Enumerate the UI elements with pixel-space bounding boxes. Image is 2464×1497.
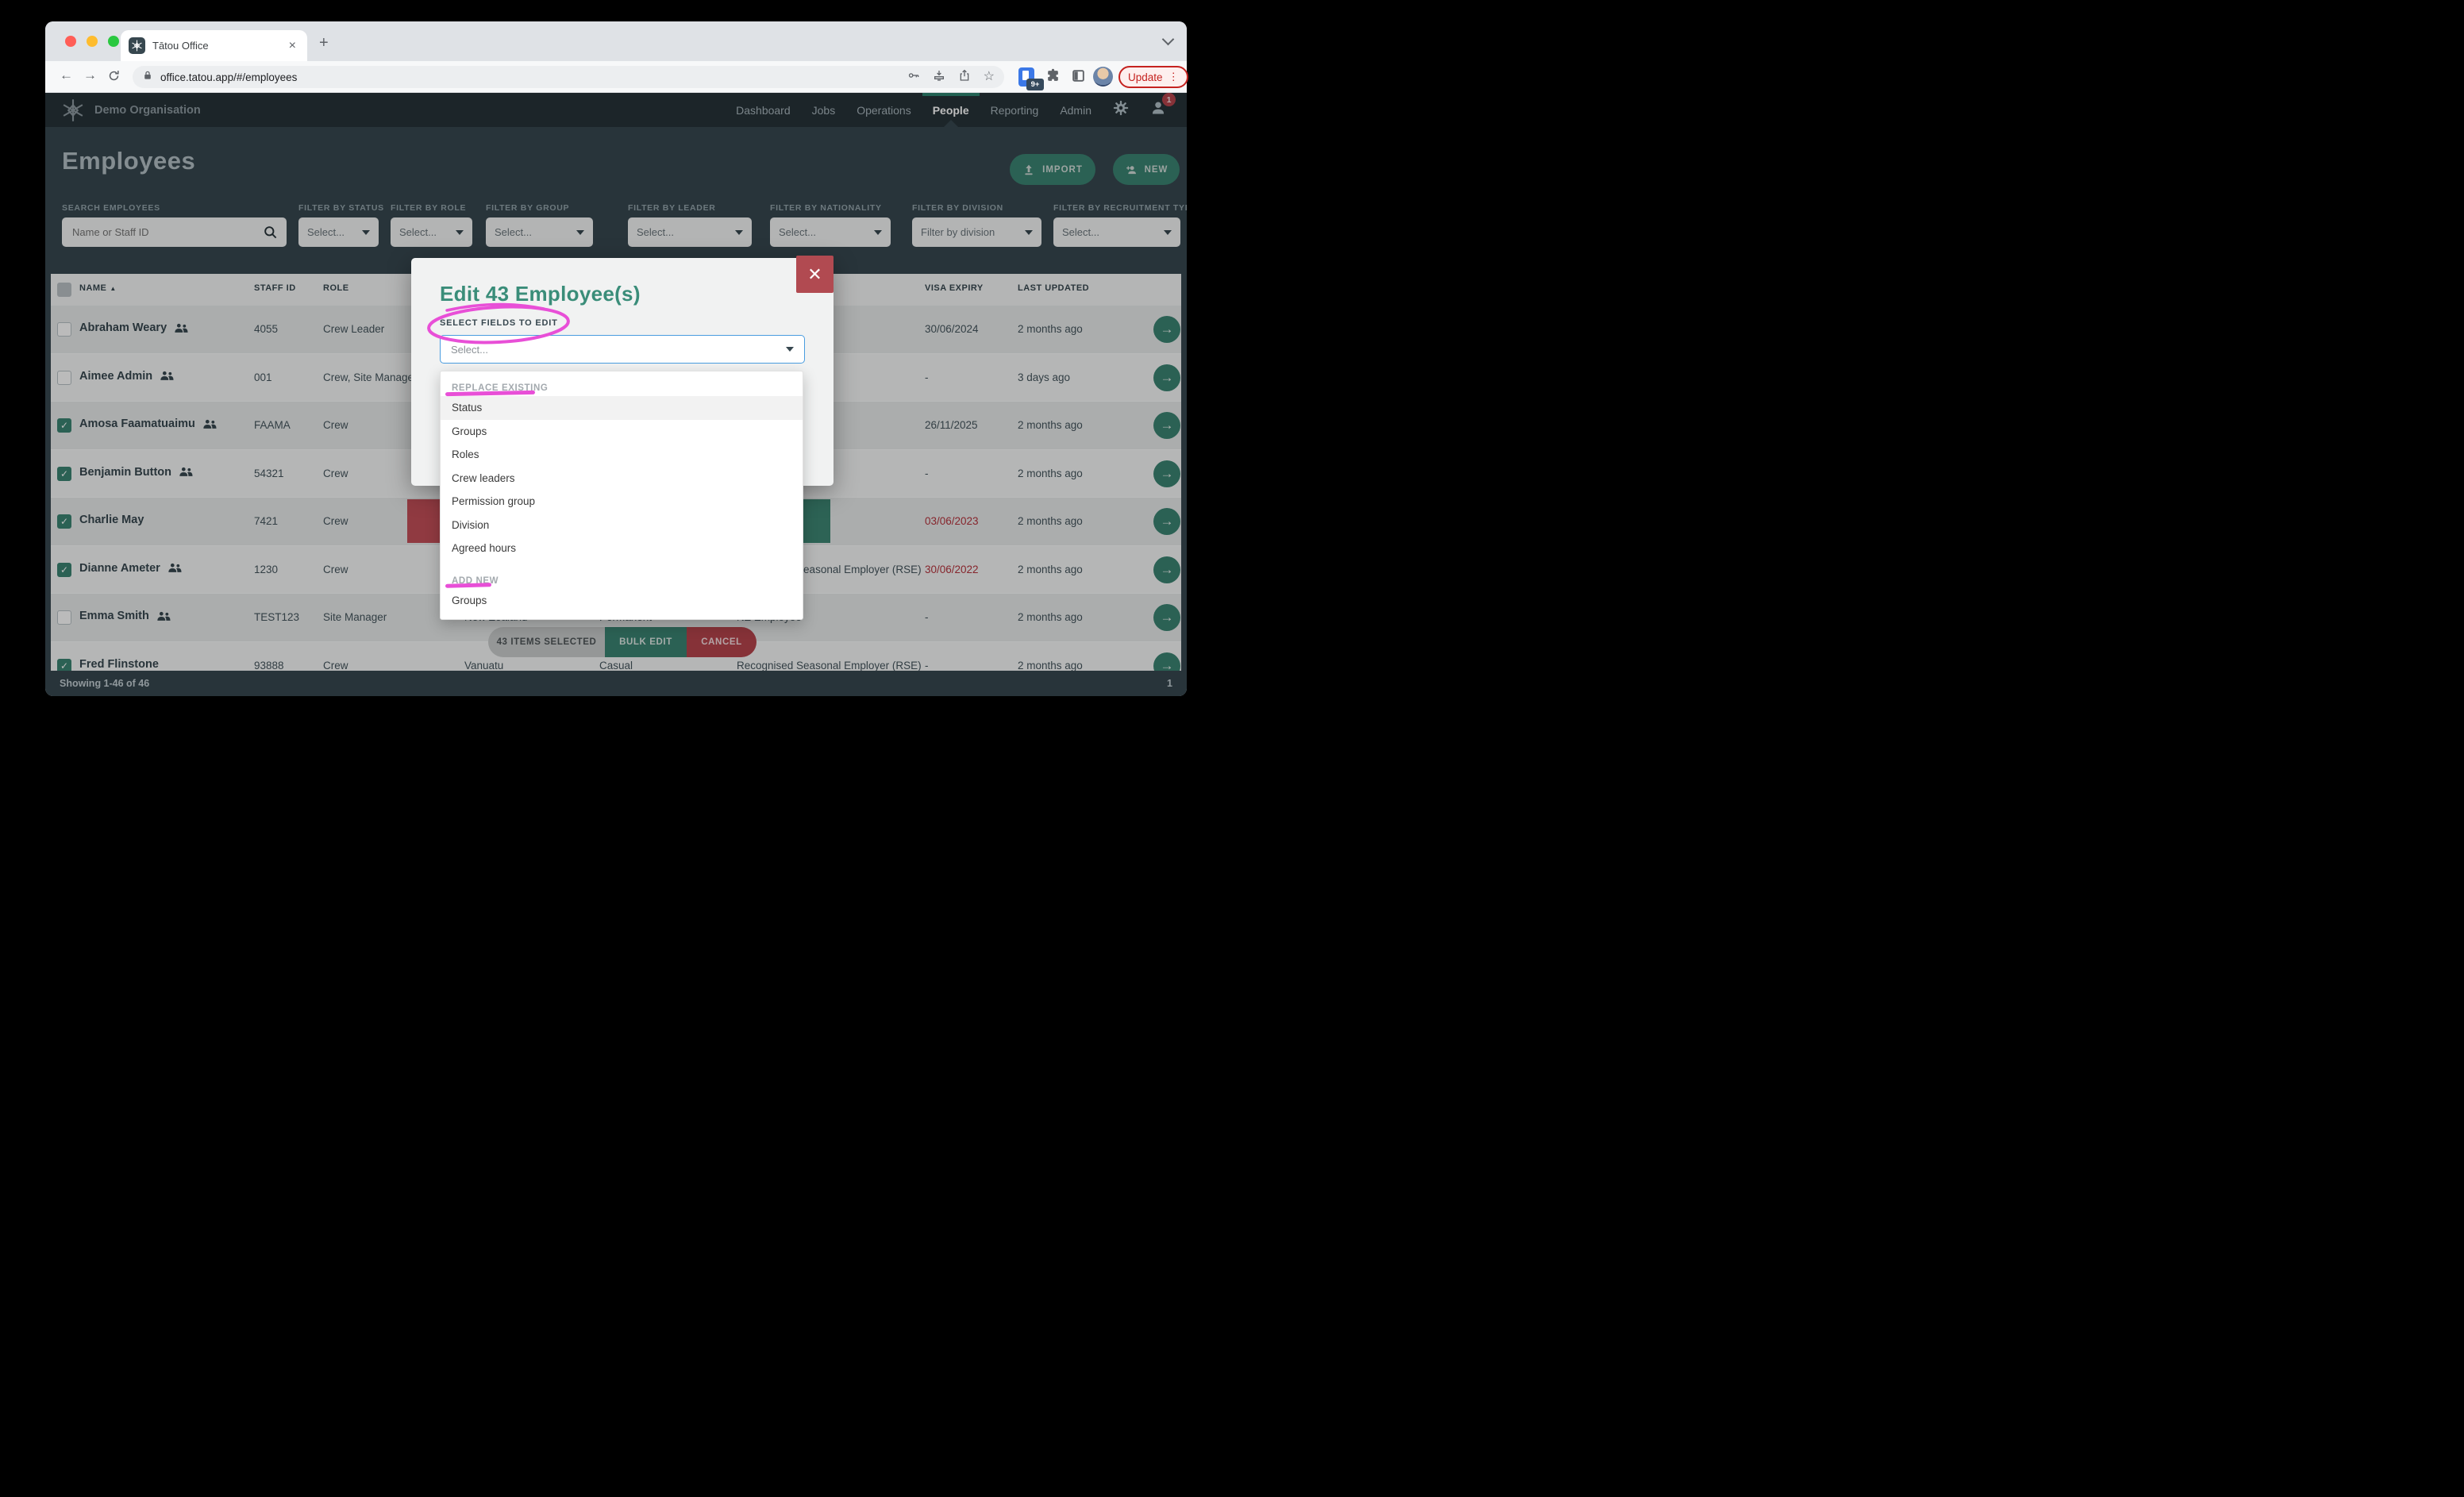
fields-select[interactable]: Select... — [440, 335, 805, 364]
tab-strip: Tātou Office × + — [45, 21, 1187, 61]
kebab-menu-icon[interactable]: ⋮ — [1168, 71, 1180, 83]
forward-button[interactable]: → — [83, 67, 97, 83]
back-button[interactable]: ← — [60, 67, 73, 83]
dropdown-option[interactable]: Permission group — [441, 490, 803, 514]
tab-title: Tātou Office — [152, 40, 286, 52]
modal-title: Edit 43 Employee(s) — [440, 282, 641, 306]
window-controls[interactable] — [65, 36, 119, 47]
minimize-window-button[interactable] — [87, 36, 98, 47]
dropdown-group-add: ADD NEW — [441, 570, 803, 589]
extension-badge: 9+ — [1026, 79, 1044, 90]
modal-field-label: SELECT FIELDS TO EDIT — [440, 318, 558, 328]
dropdown-option[interactable]: Roles — [441, 443, 803, 467]
tatou-app: Demo Organisation Dashboard Jobs Operati… — [45, 93, 1187, 696]
close-tab-icon[interactable]: × — [286, 38, 299, 54]
side-panel-icon[interactable] — [1071, 68, 1086, 87]
update-label: Update — [1128, 71, 1163, 83]
chevron-down-icon[interactable] — [1162, 33, 1175, 46]
dropdown-group-replace: REPLACE EXISTING — [441, 377, 803, 396]
close-modal-button[interactable]: ✕ — [796, 256, 834, 293]
dropdown-option[interactable]: Division — [441, 514, 803, 537]
tatou-favicon — [129, 37, 145, 54]
lock-icon[interactable] — [142, 70, 153, 85]
address-bar[interactable]: office.tatou.app/#/employees ☆ — [133, 66, 1004, 88]
dropdown-option[interactable]: Status — [441, 396, 803, 420]
browser-window: Tātou Office × + ← → office.tatou.app/#/… — [45, 21, 1187, 696]
fields-dropdown-menu: REPLACE EXISTING Status Groups Roles Cre… — [440, 371, 803, 620]
fields-select-value: Select... — [451, 344, 786, 356]
install-icon[interactable] — [933, 69, 945, 86]
close-window-button[interactable] — [65, 36, 76, 47]
dropdown-option[interactable]: Agreed hours — [441, 537, 803, 560]
caret-down-icon — [786, 347, 794, 352]
share-icon[interactable] — [958, 69, 971, 86]
profile-avatar[interactable] — [1093, 67, 1113, 87]
browser-toolbar: ← → office.tatou.app/#/employees ☆ 9+ Up… — [45, 61, 1187, 93]
new-tab-button[interactable]: + — [319, 34, 329, 52]
browser-tab[interactable]: Tātou Office × — [121, 30, 307, 61]
password-key-icon[interactable] — [907, 69, 920, 86]
bookmark-star-icon[interactable]: ☆ — [984, 71, 995, 83]
extensions-puzzle-icon[interactable] — [1045, 68, 1061, 87]
dropdown-option[interactable]: Groups — [441, 420, 803, 444]
reload-button[interactable] — [107, 69, 121, 87]
update-browser-button[interactable]: Update ⋮ — [1118, 66, 1188, 88]
zoom-window-button[interactable] — [108, 36, 119, 47]
url-text[interactable]: office.tatou.app/#/employees — [160, 71, 907, 83]
dropdown-option[interactable]: Groups — [441, 589, 803, 613]
dropdown-option[interactable]: Crew leaders — [441, 467, 803, 491]
